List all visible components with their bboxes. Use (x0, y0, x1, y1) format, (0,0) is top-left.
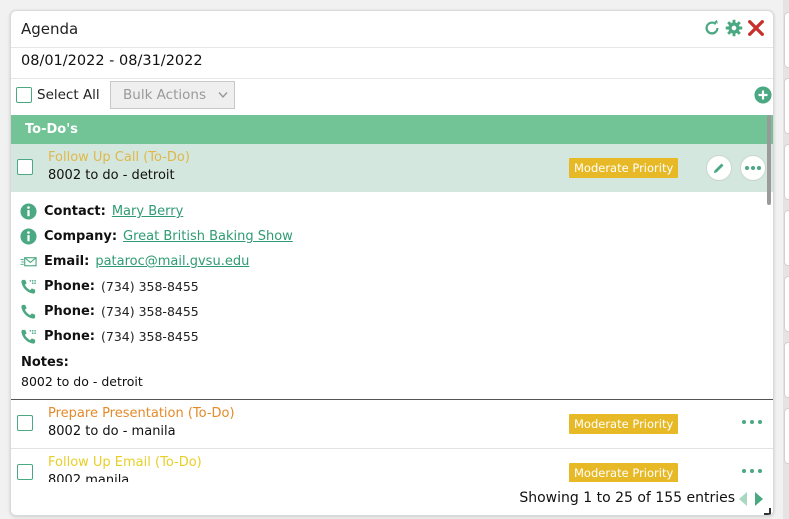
select-all-label: Select All (37, 87, 100, 103)
chevron-right-icon[interactable] (753, 491, 765, 507)
detail-label: Company: (44, 229, 118, 244)
priority-badge: Moderate Priority (569, 414, 679, 434)
more-icon[interactable] (741, 466, 763, 476)
detail-contact: Contact: Mary Berry (20, 203, 183, 220)
widget-title: Agenda (21, 20, 79, 38)
email-icon (20, 257, 37, 267)
divider (11, 78, 773, 79)
phone-icon (21, 304, 36, 319)
todo-title[interactable]: Prepare Presentation (To-Do) (48, 406, 235, 421)
todo-subtitle: 8002 to do - manila (48, 424, 176, 439)
todo-checkbox[interactable] (17, 415, 33, 431)
phone-icon (21, 279, 36, 294)
phone-value: (734) 358-8455 (100, 279, 199, 294)
contact-link[interactable]: Mary Berry (112, 204, 183, 219)
adjacent-panel-tab (784, 408, 789, 464)
adjacent-panel-tab (784, 276, 789, 332)
todo-title[interactable]: Follow Up Email (To-Do) (48, 455, 202, 470)
detail-phone: Phone: (734) 358-8455 (20, 278, 199, 295)
plus-circle-icon[interactable] (754, 86, 772, 104)
detail-email: Email: pataroc@mail.gvsu.edu (20, 253, 249, 270)
todo-subtitle: 8002 to do - detroit (48, 168, 175, 183)
adjacent-panel-edge (783, 0, 789, 519)
detail-phone: Phone: (734) 358-8455 (20, 328, 199, 345)
date-range: 08/01/2022 - 08/31/2022 (21, 53, 203, 69)
notes-text: 8002 to do - detroit (21, 374, 143, 389)
detail-phone: Phone: (734) 358-8455 (20, 303, 199, 320)
adjacent-panel-tab (784, 12, 789, 68)
select-all-checkbox[interactable] (16, 87, 32, 103)
priority-badge: Moderate Priority (569, 158, 679, 178)
chevron-down-icon (218, 92, 228, 99)
refresh-icon[interactable] (703, 19, 721, 37)
detail-label: Email: (44, 254, 90, 269)
section-header: To-Do's (11, 115, 773, 144)
agenda-list[interactable]: To-Do's Follow Up Call (To-Do) 8002 to d… (11, 115, 773, 482)
todo-checkbox[interactable] (17, 464, 33, 480)
notes-label: Notes: (21, 355, 69, 370)
select-all[interactable]: Select All (16, 87, 100, 103)
detail-label: Contact: (44, 204, 106, 219)
entries-info: Showing 1 to 25 of 155 entries (519, 490, 735, 506)
bulk-actions-select[interactable]: Bulk Actions (110, 81, 235, 109)
adjacent-panel-tab (784, 144, 789, 200)
todo-details: Contact: Mary Berry Company: Great Briti… (11, 192, 773, 400)
detail-label: Phone: (44, 279, 95, 294)
company-link[interactable]: Great British Baking Show (123, 229, 293, 244)
todo-item[interactable]: Prepare Presentation (To-Do) 8002 to do … (11, 400, 773, 448)
adjacent-panel-tab (784, 78, 789, 134)
todo-checkbox[interactable] (17, 159, 33, 175)
toolbar: Select All Bulk Actions (11, 81, 773, 113)
priority-badge: Moderate Priority (569, 463, 679, 482)
todo-title[interactable]: Follow Up Call (To-Do) (48, 150, 190, 165)
phone-value: (734) 358-8455 (100, 329, 199, 344)
email-link[interactable]: pataroc@mail.gvsu.edu (95, 254, 249, 269)
info-icon (20, 203, 37, 220)
detail-company: Company: Great British Baking Show (20, 228, 293, 245)
pagination-footer: Showing 1 to 25 of 155 entries (11, 482, 773, 515)
pencil-icon (714, 163, 724, 173)
todo-item[interactable]: Follow Up Email (To-Do) 8002 manila Mode… (11, 449, 773, 482)
chevron-left-icon[interactable] (737, 491, 749, 507)
scrollbar[interactable] (767, 115, 771, 205)
todo-item[interactable]: Follow Up Call (To-Do) 8002 to do - detr… (11, 144, 773, 192)
more-actions-button[interactable] (740, 155, 766, 181)
phone-value: (734) 358-8455 (100, 304, 199, 319)
agenda-widget: Agenda 08/01/2022 - 08/31/2022 Select Al… (10, 10, 774, 516)
info-icon (20, 228, 37, 245)
gear-icon[interactable] (725, 19, 743, 37)
detail-label: Phone: (44, 329, 95, 344)
resize-handle[interactable] (764, 508, 771, 515)
phone-icon (21, 329, 36, 344)
header-actions (703, 19, 765, 37)
close-icon[interactable] (747, 19, 765, 37)
adjacent-panel-tab (784, 342, 789, 398)
more-icon[interactable] (741, 417, 763, 427)
more-icon (745, 166, 761, 170)
detail-label: Phone: (44, 304, 95, 319)
edit-button[interactable] (706, 155, 732, 181)
widget-header: Agenda (11, 11, 773, 48)
adjacent-panel-tab (784, 210, 789, 266)
bulk-actions-label: Bulk Actions (123, 87, 206, 103)
todo-subtitle: 8002 manila (48, 473, 130, 482)
